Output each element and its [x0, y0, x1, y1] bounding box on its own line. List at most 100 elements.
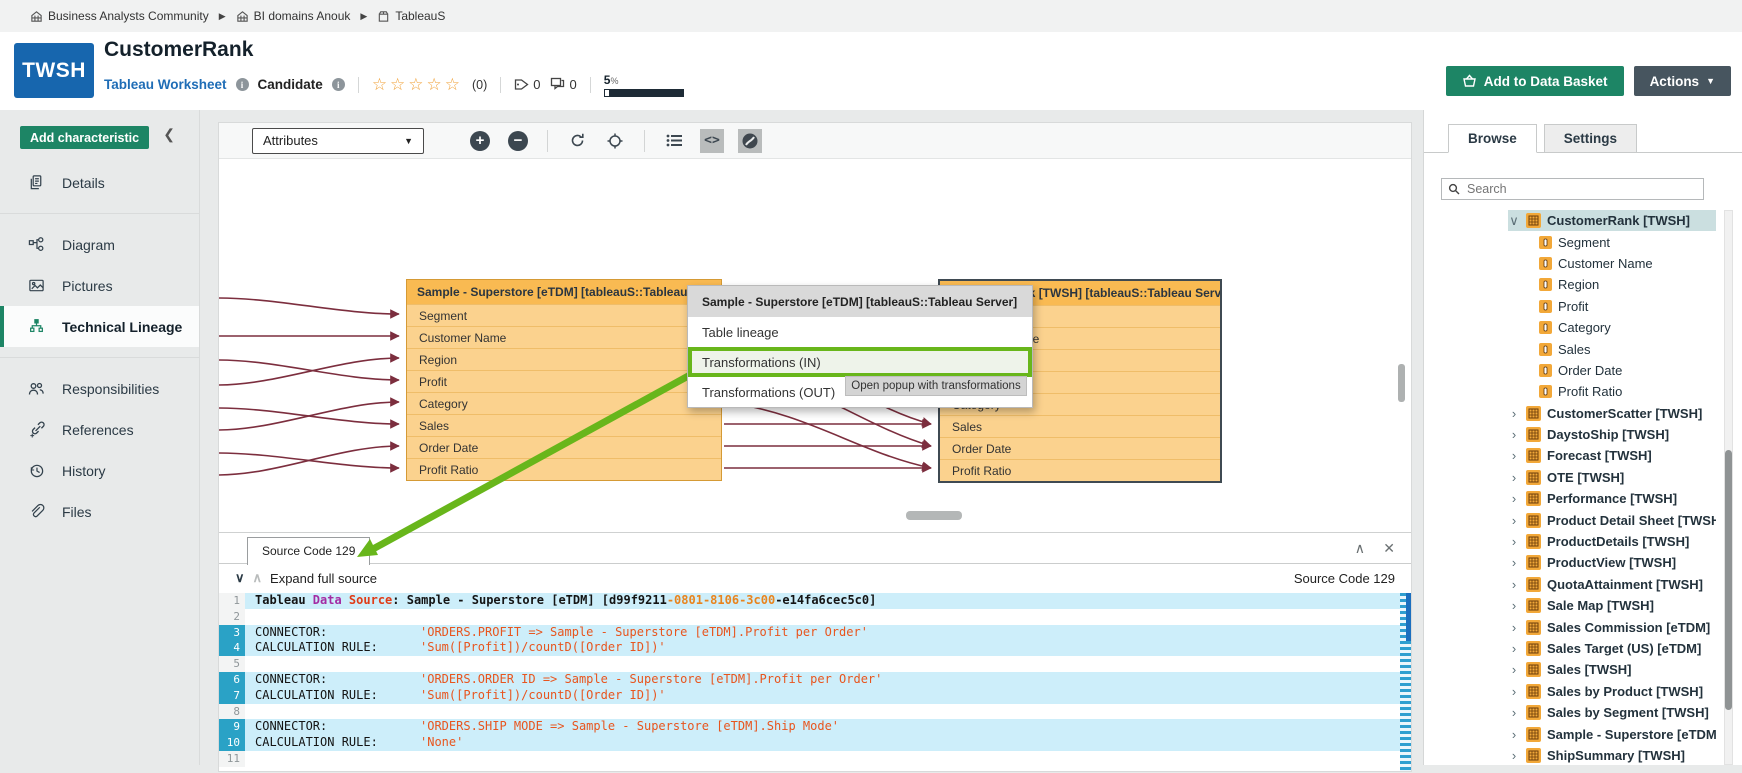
tree-item[interactable]: Category [1424, 317, 1716, 338]
chevron-right-icon[interactable]: › [1508, 470, 1520, 485]
expand-up-icon[interactable]: ∧ [253, 570, 263, 586]
expand-full-source-label[interactable]: Expand full source [270, 571, 377, 586]
context-menu-item[interactable]: Transformations (IN) [688, 347, 1032, 377]
tree-scrollbar-thumb[interactable] [1725, 450, 1732, 710]
expand-down-icon[interactable]: ∨ [235, 570, 245, 586]
tree-item[interactable]: ›OTE [TWSH] [1424, 467, 1716, 488]
source-code-tab[interactable]: Source Code 129 [247, 537, 370, 565]
sidebar-item-pictures[interactable]: Pictures [0, 265, 199, 306]
table-field-row[interactable]: Order Date [940, 437, 1220, 459]
list-view-button[interactable] [662, 129, 686, 153]
chevron-right-icon[interactable]: › [1508, 513, 1520, 528]
sidebar-item-files[interactable]: Files [0, 491, 199, 532]
chevron-right-icon[interactable]: › [1508, 727, 1520, 742]
tree-item[interactable]: ›ShipSummary [TWSH] [1424, 745, 1716, 765]
fit-to-screen-button[interactable] [603, 129, 627, 153]
tree-item[interactable]: Customer Name [1424, 253, 1716, 274]
sidebar-collapse-icon[interactable]: ❮ [163, 126, 175, 143]
sidebar-item-history[interactable]: History [0, 450, 199, 491]
chevron-right-icon[interactable]: › [1508, 620, 1520, 635]
actions-button[interactable]: Actions▼ [1634, 66, 1731, 96]
tree-item[interactable]: Sales [1424, 338, 1716, 359]
sidebar-item-references[interactable]: References [0, 409, 199, 450]
tree-item[interactable]: ›Sales by Segment [TWSH] [1424, 702, 1716, 723]
table-field-row[interactable]: Category [407, 392, 721, 414]
zoom-out-button[interactable]: − [506, 129, 530, 153]
table-field-row[interactable]: Segment [407, 304, 721, 326]
table-field-row[interactable]: Order Date [407, 436, 721, 458]
sidebar-item-details[interactable]: Details [0, 162, 199, 203]
panel-collapse-icon[interactable]: ∧ [1355, 540, 1365, 557]
code-view-button[interactable]: <> [700, 129, 724, 153]
table-field-row[interactable]: Profit Ratio [940, 459, 1220, 481]
tree-item[interactable]: Profit [1424, 296, 1716, 317]
table-field-row[interactable]: Profit [407, 370, 721, 392]
breadcrumb-item[interactable]: Business Analysts Community [30, 9, 209, 23]
tree-item[interactable]: ›DaystoShip [TWSH] [1424, 424, 1716, 445]
chevron-right-icon[interactable]: › [1508, 427, 1520, 442]
tab-browse[interactable]: Browse [1448, 124, 1537, 153]
add-to-data-basket-button[interactable]: Add to Data Basket [1446, 66, 1624, 96]
chevron-right-icon[interactable]: › [1508, 406, 1520, 421]
comments-count[interactable]: 0 [550, 77, 577, 92]
canvas-drag-handle[interactable] [906, 511, 962, 520]
tree-item[interactable]: Order Date [1424, 360, 1716, 381]
chevron-right-icon[interactable]: › [1508, 491, 1520, 506]
tree-item[interactable]: ›CustomerScatter [TWSH] [1424, 403, 1716, 424]
tree-item[interactable]: ›Sales Commission [eTDM] [1424, 616, 1716, 637]
chevron-right-icon[interactable]: › [1508, 748, 1520, 763]
tree-item[interactable]: ›Sales by Product [TWSH] [1424, 681, 1716, 702]
tree-item[interactable]: ›ProductDetails [TWSH] [1424, 531, 1716, 552]
context-menu-item[interactable]: Table lineage [688, 317, 1032, 347]
zoom-in-button[interactable]: + [468, 129, 492, 153]
chevron-right-icon[interactable]: › [1508, 684, 1520, 699]
info-icon[interactable]: i [236, 78, 249, 91]
panel-close-icon[interactable]: ✕ [1383, 540, 1395, 557]
view-mode-select[interactable]: Attributes ▼ [252, 128, 424, 154]
chevron-right-icon[interactable]: › [1508, 598, 1520, 613]
contrast-toggle-button[interactable] [738, 129, 762, 153]
tree-item[interactable]: ›Sample - Superstore [eTDM] [1424, 723, 1716, 744]
sidebar-item-responsibilities[interactable]: Responsibilities [0, 368, 199, 409]
table-node-title[interactable]: Sample - Superstore [eTDM] [tableauS::Ta… [407, 280, 721, 304]
chevron-right-icon[interactable]: › [1508, 705, 1520, 720]
chevron-right-icon[interactable]: › [1508, 662, 1520, 677]
chevron-right-icon[interactable]: › [1508, 577, 1520, 592]
tree-item[interactable]: ∨CustomerRank [TWSH] [1424, 210, 1716, 231]
tree-item[interactable]: ›Product Detail Sheet [TWSH] [1424, 509, 1716, 530]
table-field-row[interactable]: Region [407, 348, 721, 370]
tree-item[interactable]: ›Sales Target (US) [eTDM] [1424, 638, 1716, 659]
chevron-right-icon[interactable]: › [1508, 641, 1520, 656]
tab-settings[interactable]: Settings [1544, 124, 1637, 153]
diagram-vertical-scrollbar[interactable] [1398, 364, 1405, 402]
chevron-right-icon[interactable]: › [1508, 555, 1520, 570]
tree-item[interactable]: ›Sale Map [TWSH] [1424, 595, 1716, 616]
tree-item[interactable]: Segment [1424, 231, 1716, 252]
refresh-button[interactable] [565, 129, 589, 153]
search-input[interactable] [1465, 181, 1697, 197]
tree-item[interactable]: ›QuotaAttainment [TWSH] [1424, 574, 1716, 595]
table-field-row[interactable]: Sales [940, 415, 1220, 437]
chevron-right-icon[interactable]: › [1508, 534, 1520, 549]
sidebar-item-technical-lineage[interactable]: Technical Lineage [0, 306, 199, 347]
tree-item[interactable]: Profit Ratio [1424, 381, 1716, 402]
sidebar-item-diagram[interactable]: Diagram [0, 224, 199, 265]
tags-count[interactable]: 0 [514, 77, 540, 92]
add-characteristic-button[interactable]: Add characteristic [20, 126, 149, 149]
table-field-row[interactable]: Sales [407, 414, 721, 436]
rating-stars[interactable]: ☆☆☆☆☆ [372, 76, 463, 93]
table-field-row[interactable]: Profit Ratio [407, 458, 721, 480]
lineage-table-source[interactable]: Sample - Superstore [eTDM] [tableauS::Ta… [406, 279, 722, 481]
chevron-down-icon[interactable]: ∨ [1508, 213, 1520, 229]
breadcrumb-item[interactable]: TableauS [377, 9, 445, 23]
asset-type-link[interactable]: Tableau Worksheet [104, 77, 227, 92]
chevron-right-icon[interactable]: › [1508, 448, 1520, 463]
tree-item[interactable]: ›Performance [TWSH] [1424, 488, 1716, 509]
tree-item[interactable]: ›ProductView [TWSH] [1424, 552, 1716, 573]
tree-item[interactable]: ›Forecast [TWSH] [1424, 445, 1716, 466]
info-icon[interactable]: i [332, 78, 345, 91]
table-field-row[interactable]: Customer Name [407, 326, 721, 348]
tree-item[interactable]: ›Sales [TWSH] [1424, 659, 1716, 680]
code-scrollbar-thumb[interactable] [1406, 593, 1411, 641]
tree-item[interactable]: Region [1424, 274, 1716, 295]
